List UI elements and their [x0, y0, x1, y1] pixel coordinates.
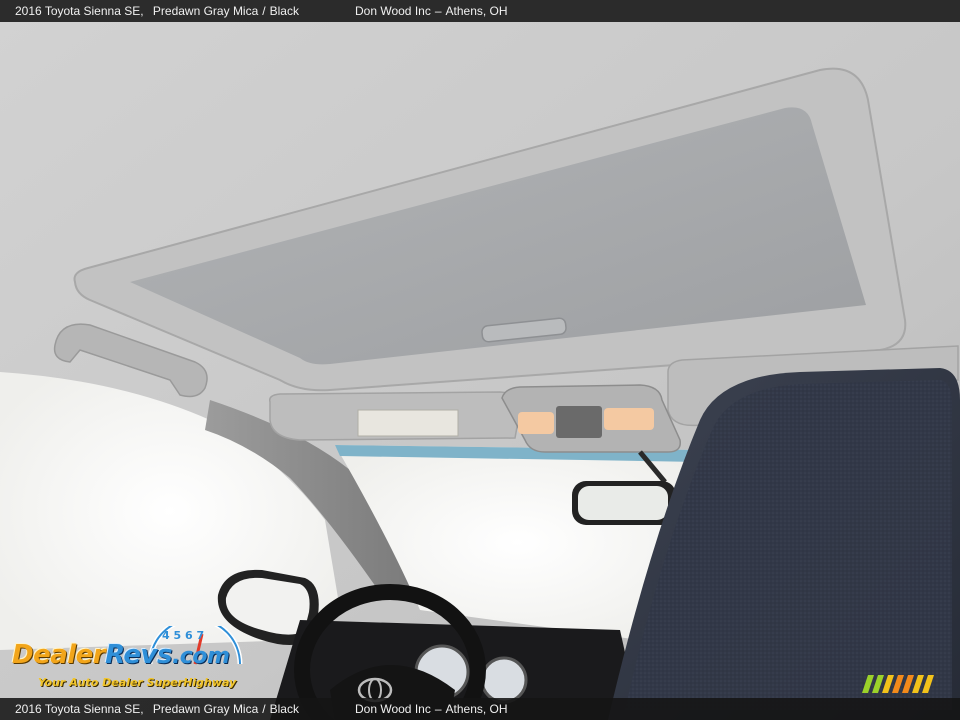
- brand-suffix: .com: [171, 644, 230, 669]
- interior-photo: [0, 0, 960, 720]
- caption-exterior-color-bottom: Predawn Gray Mica: [152, 702, 259, 716]
- caption-vehicle: 2016 Toyota Sienna SE: [15, 4, 141, 18]
- caption-dealer: Don Wood Inc: [355, 4, 431, 18]
- tachometer: [480, 656, 528, 704]
- visor-warning-label: [357, 409, 459, 437]
- caption-dash: –: [434, 4, 442, 18]
- caption-dealer-bottom: Don Wood Inc: [355, 702, 431, 716]
- watermark-brand: DealerRevs.com: [12, 640, 230, 670]
- caption-separator: /: [262, 4, 266, 18]
- dome-light-right: [604, 408, 654, 430]
- caption-vehicle-bottom: 2016 Toyota Sienna SE: [15, 702, 141, 716]
- stripes-logo-icon: [862, 675, 934, 693]
- caption-location: Athens, OH: [445, 4, 508, 18]
- dome-light-switch: [556, 406, 602, 438]
- caption-separator-bottom: /: [262, 702, 266, 716]
- caption-exterior-color: Predawn Gray Mica: [152, 4, 259, 18]
- caption-vehicle-group: 2016 Toyota Sienna SE, Predawn Gray Mica…: [15, 4, 299, 18]
- caption-interior-color: Black: [269, 4, 299, 18]
- caption-bar-bottom: 2016 Toyota Sienna SE, Predawn Gray Mica…: [0, 698, 960, 720]
- photo-frame: 2016 Toyota Sienna SE, Predawn Gray Mica…: [0, 0, 960, 720]
- caption-dealer-group-bottom: Don Wood Inc – Athens, OH: [355, 698, 508, 720]
- caption-dash-bottom: –: [434, 702, 442, 716]
- mirror-glass: [578, 486, 668, 520]
- brand-dealer: Dealer: [12, 640, 106, 670]
- caption-interior-color-bottom: Black: [269, 702, 299, 716]
- watermark-tagline: Your Auto Dealer SuperHighway: [38, 676, 237, 689]
- dealerrevs-watermark: 4 5 6 7 DealerRevs.com Your Auto Dealer …: [12, 626, 272, 696]
- caption-location-bottom: Athens, OH: [445, 702, 508, 716]
- caption-dealer-group: Don Wood Inc – Athens, OH: [355, 0, 508, 22]
- caption-vehicle-group-bottom: 2016 Toyota Sienna SE, Predawn Gray Mica…: [15, 702, 299, 716]
- brand-revs: Revs: [105, 640, 172, 670]
- dome-light-left: [518, 412, 554, 434]
- caption-bar-top: 2016 Toyota Sienna SE, Predawn Gray Mica…: [0, 0, 960, 22]
